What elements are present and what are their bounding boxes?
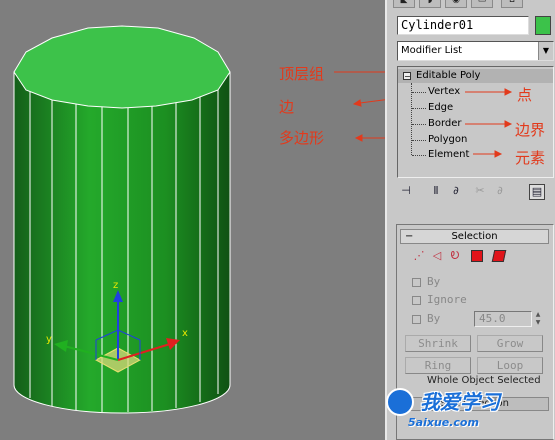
axis-label-x: x	[182, 328, 188, 339]
stack-toolbar: ⊣ Ⅱ ∂ ✂ ∂ ▤	[387, 181, 555, 203]
border-subobject-icon[interactable]: Ꭷ	[449, 250, 461, 262]
shrink-button[interactable]: Shrink	[405, 335, 471, 352]
cylinder-scene: z x y	[13, 25, 385, 414]
watermark-text: 我爱学习	[420, 390, 500, 414]
grow-button[interactable]: Grow	[477, 335, 543, 352]
edge-subobject-icon[interactable]: ◁	[431, 250, 443, 262]
annotation-top-face: 顶层组	[279, 65, 325, 83]
configure-icon[interactable]: ∂	[493, 184, 507, 198]
ring-button[interactable]: Ring	[405, 357, 471, 374]
pin-stack-icon[interactable]: ⊣	[399, 184, 413, 198]
selection-rollout-header[interactable]: − Selection	[400, 229, 549, 244]
watermark: 我爱学习 5aixue.com	[380, 386, 555, 440]
selection-title: Selection	[451, 231, 498, 242]
ignore-backfacing-label: Ignore	[427, 293, 467, 306]
show-end-result-icon[interactable]: Ⅱ	[429, 184, 443, 198]
axis-label-z: z	[113, 280, 118, 291]
spinner-arrows-icon[interactable]: ▲ ▼	[533, 311, 543, 327]
perspective-viewport[interactable]: z x y 顶层组 边 多边形	[0, 0, 385, 440]
cylinder-top-face	[13, 25, 231, 109]
element-subobject-icon[interactable]	[491, 250, 507, 262]
polygon-subobject-icon[interactable]	[471, 250, 483, 262]
remove-modifier-icon[interactable]: ✂	[473, 184, 487, 198]
watermark-logo-icon	[386, 388, 414, 416]
ignore-backfacing-checkbox[interactable]	[412, 296, 421, 305]
command-panel: ◣ ◗ ◉ ▭ ⌂ Cylinder01 Modifier List ▼ − E…	[385, 0, 555, 440]
annotation-border: 边界	[515, 121, 546, 139]
annotation-element: 元素	[515, 149, 546, 167]
by-vertex-label: By	[427, 275, 441, 288]
annotation-vertex: 点	[517, 86, 533, 104]
annotation-edge: 边	[279, 98, 295, 116]
watermark-url: 5aixue.com	[408, 416, 479, 429]
collapse-icon: −	[405, 231, 414, 242]
by-angle-label: By	[427, 312, 441, 325]
vertex-subobject-icon[interactable]: ⋰	[413, 250, 425, 262]
make-unique-icon[interactable]: ∂	[449, 184, 463, 198]
configure-sets-icon[interactable]: ▤	[529, 184, 545, 200]
axis-label-y: y	[46, 334, 52, 345]
selection-status-text: Whole Object Selected	[427, 375, 541, 386]
loop-button[interactable]: Loop	[477, 357, 543, 374]
annotation-polygon: 多边形	[279, 129, 325, 147]
annotation-arrows	[334, 71, 385, 142]
by-angle-checkbox[interactable]	[412, 315, 421, 324]
angle-spinner-input[interactable]: 45.0	[474, 311, 532, 327]
by-vertex-checkbox[interactable]	[412, 278, 421, 287]
